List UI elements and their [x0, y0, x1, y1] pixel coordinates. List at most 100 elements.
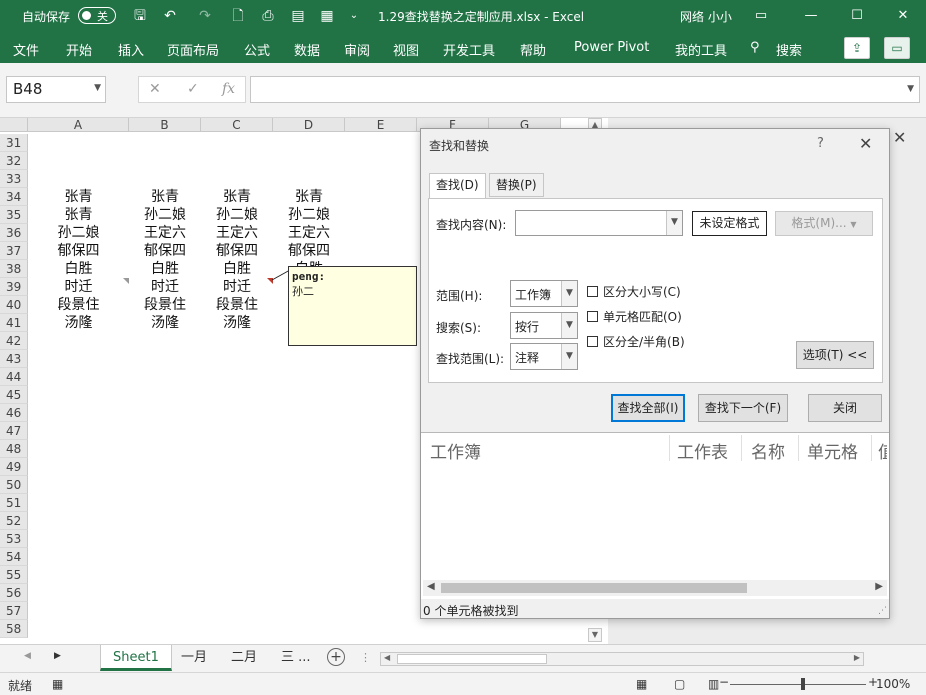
scroll-left-arrow[interactable]: ◀ — [384, 653, 390, 662]
row-header[interactable]: 42 — [0, 332, 28, 350]
row-header[interactable]: 54 — [0, 548, 28, 566]
sheet-tab-february[interactable]: 二月 — [231, 645, 257, 671]
tab-formulas[interactable]: 公式 — [244, 40, 270, 59]
results-list[interactable]: 工作簿 工作表 名称 单元格 值 ◀ ▶ — [421, 432, 889, 599]
options-button[interactable]: 选项(T) << — [796, 341, 874, 369]
zoom-slider-thumb[interactable] — [801, 678, 805, 690]
cell[interactable]: 张青 — [201, 188, 273, 206]
cell[interactable]: 王定六 — [273, 224, 345, 242]
page-break-view-icon[interactable]: ▥ — [708, 677, 719, 691]
zoom-out-icon[interactable]: − — [719, 675, 729, 689]
tab-data[interactable]: 数据 — [294, 40, 320, 59]
customize-quick-access-icon[interactable]: ⌄ — [344, 6, 364, 26]
cell[interactable]: 孙二娘 — [28, 224, 129, 242]
match-entire-cell-checkbox[interactable]: 单元格匹配(O) — [587, 308, 682, 325]
results-header-cell[interactable]: 单元格 — [807, 438, 858, 463]
look-in-select[interactable]: 注释 ▼ — [510, 343, 578, 370]
tab-my-tools[interactable]: 我的工具 — [675, 40, 727, 59]
print-icon[interactable]: ⎙ — [258, 6, 278, 26]
chevron-down-icon[interactable]: ▼ — [561, 344, 577, 369]
row-header[interactable]: 51 — [0, 494, 28, 512]
select-all-corner[interactable] — [0, 118, 28, 132]
normal-view-icon[interactable]: ▦ — [636, 677, 647, 691]
table-icon[interactable]: ▦ — [317, 6, 337, 26]
row-header[interactable]: 34 — [0, 188, 28, 206]
cancel-icon[interactable]: ✕ — [149, 81, 161, 97]
row-header[interactable]: 36 — [0, 224, 28, 242]
row-header[interactable]: 57 — [0, 602, 28, 620]
cell[interactable]: 时迁 — [201, 278, 273, 296]
chevron-down-icon[interactable]: ▼ — [561, 281, 577, 306]
column-header[interactable]: E — [345, 118, 417, 132]
cell[interactable]: 孙二娘 — [201, 206, 273, 224]
column-header[interactable]: C — [201, 118, 273, 132]
row-header[interactable]: 37 — [0, 242, 28, 260]
sheet-tab-january[interactable]: 一月 — [181, 645, 207, 671]
redo-icon[interactable]: ↷ — [195, 6, 215, 26]
scroll-right-arrow[interactable]: ▶ — [875, 581, 883, 592]
cell[interactable]: 汤隆 — [28, 314, 129, 332]
scrollbar-thumb[interactable] — [441, 583, 747, 593]
next-sheet-icon[interactable]: ▶ — [54, 651, 61, 661]
user-name[interactable]: 网络 小小 — [680, 8, 732, 25]
cell[interactable]: 张青 — [129, 188, 201, 206]
horizontal-scrollbar[interactable]: ◀ ▶ — [380, 652, 864, 666]
comments-icon[interactable]: ▭ — [884, 37, 910, 59]
row-header[interactable]: 50 — [0, 476, 28, 494]
match-byte-checkbox[interactable]: 区分全/半角(B) — [587, 333, 685, 350]
add-sheet-icon[interactable]: + — [327, 648, 345, 666]
tab-power-pivot[interactable]: Power Pivot — [574, 40, 649, 55]
form-icon[interactable]: ▤ — [288, 6, 308, 26]
close-icon[interactable]: ✕ — [888, 4, 918, 28]
dialog-close-icon[interactable]: ✕ — [859, 134, 872, 153]
row-header[interactable]: 44 — [0, 368, 28, 386]
cell[interactable]: 郁保四 — [129, 242, 201, 260]
match-case-checkbox[interactable]: 区分大小写(C) — [587, 283, 681, 300]
search-icon[interactable]: ⚲ — [750, 40, 760, 55]
cell[interactable]: 时迁 — [129, 278, 201, 296]
row-header[interactable]: 46 — [0, 404, 28, 422]
format-button[interactable]: 格式(M)... ▼ — [775, 211, 873, 236]
tab-file[interactable]: 文件 — [13, 40, 39, 59]
cell[interactable]: 段景住 — [201, 296, 273, 314]
formula-input[interactable]: ▼ — [250, 76, 920, 103]
cell[interactable]: 郁保四 — [273, 242, 345, 260]
cell[interactable]: 白胜 — [129, 260, 201, 278]
maximize-icon[interactable]: ☐ — [842, 4, 872, 28]
results-header-workbook[interactable]: 工作簿 — [430, 438, 481, 463]
cell[interactable]: 张青 — [28, 206, 129, 224]
minimize-icon[interactable]: — — [796, 4, 826, 28]
tab-review[interactable]: 审阅 — [344, 40, 370, 59]
macro-record-icon[interactable]: ▦ — [52, 677, 63, 691]
column-header[interactable]: B — [129, 118, 201, 132]
results-header-sheet[interactable]: 工作表 — [677, 438, 728, 463]
cell[interactable]: 孙二娘 — [129, 206, 201, 224]
insert-function-icon[interactable]: fx — [222, 81, 235, 97]
cell[interactable]: 白胜 — [201, 260, 273, 278]
cell[interactable]: 王定六 — [129, 224, 201, 242]
resize-grip-icon[interactable]: ⋰ — [878, 606, 887, 616]
cell[interactable]: 郁保四 — [28, 242, 129, 260]
row-header[interactable]: 31 — [0, 134, 28, 152]
row-header[interactable]: 55 — [0, 566, 28, 584]
scroll-down-arrow[interactable]: ▼ — [588, 628, 602, 642]
row-header[interactable]: 41 — [0, 314, 28, 332]
row-header[interactable]: 52 — [0, 512, 28, 530]
find-all-button[interactable]: 查找全部(I) — [611, 394, 685, 422]
within-select[interactable]: 工作簿 ▼ — [510, 280, 578, 307]
zoom-level[interactable]: 100% — [876, 677, 910, 691]
cell[interactable]: 白胜 — [28, 260, 129, 278]
tab-help[interactable]: 帮助 — [520, 40, 546, 59]
name-box[interactable]: B48 ▼ — [6, 76, 106, 103]
row-header[interactable]: 32 — [0, 152, 28, 170]
row-header[interactable]: 58 — [0, 620, 28, 638]
cell[interactable]: 郁保四 — [201, 242, 273, 260]
comment-box[interactable]: peng: 孙二 — [288, 266, 417, 346]
enter-icon[interactable]: ✓ — [187, 81, 199, 97]
row-header[interactable]: 43 — [0, 350, 28, 368]
row-header[interactable]: 40 — [0, 296, 28, 314]
save-icon[interactable]: 🖫 — [130, 6, 150, 26]
find-what-input[interactable]: ▼ — [515, 210, 683, 236]
row-header[interactable]: 45 — [0, 386, 28, 404]
row-header[interactable]: 35 — [0, 206, 28, 224]
